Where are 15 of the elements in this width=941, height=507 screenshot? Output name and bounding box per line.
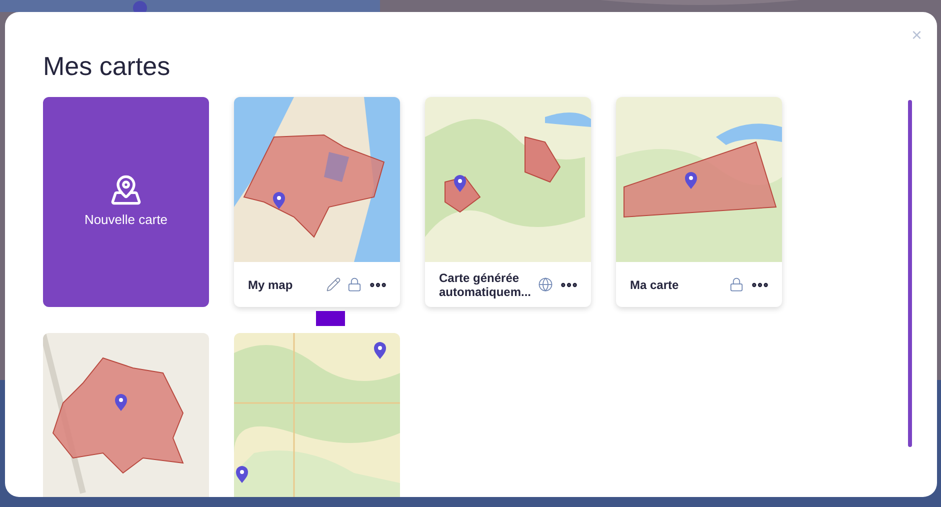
map-name: Ma carte bbox=[630, 278, 680, 292]
map-pin-icon bbox=[110, 174, 142, 206]
pencil-icon[interactable] bbox=[326, 277, 341, 292]
new-map-button[interactable]: Nouvelle carte bbox=[43, 97, 209, 307]
map-card[interactable]: Carte générée automatiquem... bbox=[425, 97, 591, 307]
lock-icon[interactable] bbox=[729, 277, 744, 292]
globe-icon[interactable] bbox=[538, 277, 553, 292]
highlight-mark bbox=[316, 311, 345, 326]
map-card[interactable]: My map bbox=[234, 97, 400, 307]
map-name: My map bbox=[248, 278, 294, 292]
dialog-title: Mes cartes bbox=[43, 50, 170, 82]
lock-icon[interactable] bbox=[347, 277, 362, 292]
map-name: Carte générée automatiquem... bbox=[439, 270, 532, 298]
map-card[interactable]: Ma carte bbox=[616, 97, 782, 307]
scrollbar[interactable] bbox=[908, 100, 912, 447]
